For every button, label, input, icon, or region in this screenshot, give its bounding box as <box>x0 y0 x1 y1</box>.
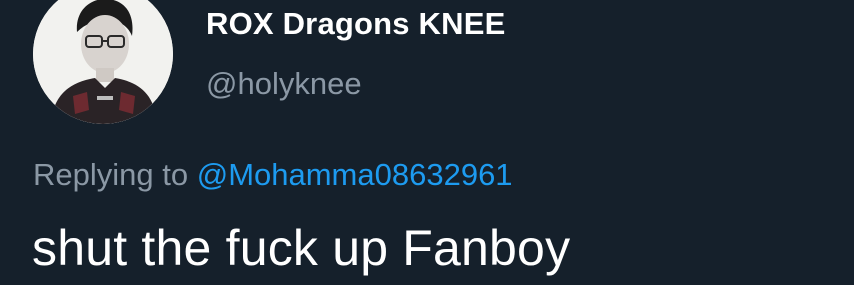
author-display-name[interactable]: ROX Dragons KNEE <box>206 6 505 42</box>
reply-context: Replying to @Mohamma08632961 <box>33 157 513 193</box>
author-handle[interactable]: @holyknee <box>206 66 362 102</box>
tweet: ROX Dragons KNEE @holyknee Replying to @… <box>0 0 854 285</box>
profile-avatar[interactable] <box>33 0 173 124</box>
profile-photo-icon <box>33 0 173 124</box>
reply-prefix-label: Replying to <box>33 157 189 192</box>
tweet-text: shut the fuck up Fanboy <box>32 220 571 276</box>
reply-mention-link[interactable]: @Mohamma08632961 <box>197 157 513 192</box>
